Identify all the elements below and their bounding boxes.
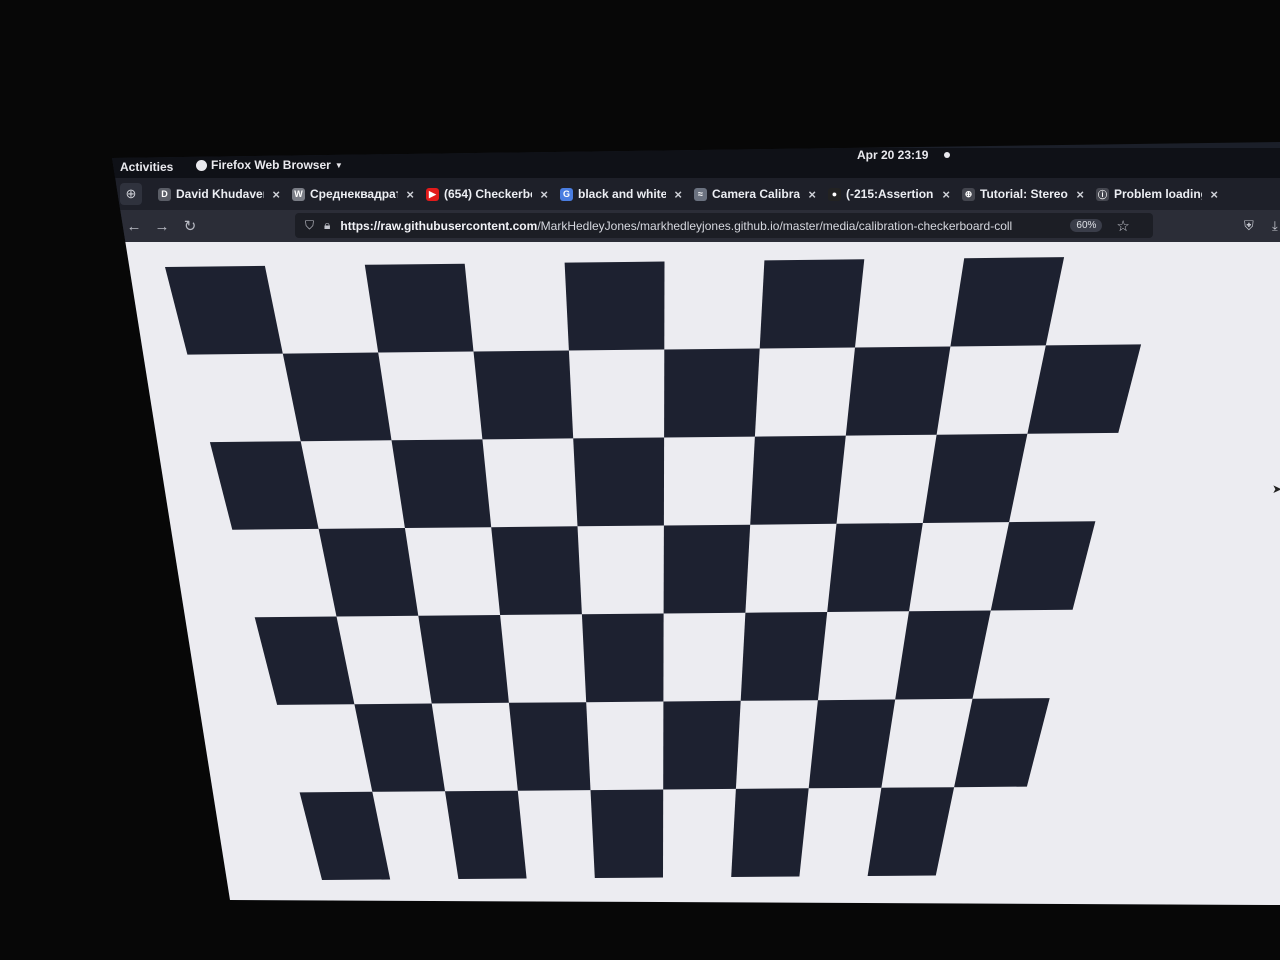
checker-square (950, 257, 1065, 347)
tab-favicon-icon: G (560, 187, 573, 201)
url-path: /MarkHedleyJones/markhedleyjones.github.… (537, 218, 1013, 233)
close-tab-icon[interactable]: × (1076, 187, 1084, 202)
clock[interactable]: Apr 20 23:19 (857, 148, 951, 162)
checker-square (564, 261, 665, 351)
shield-icon[interactable]: ⛉ (305, 218, 314, 233)
tab-favicon-icon: ● (828, 187, 841, 201)
bookmark-star-icon[interactable]: ☆ (1116, 217, 1129, 235)
checker-square (808, 699, 896, 789)
checker-square (663, 700, 741, 790)
tab-title: Problem loading (1114, 187, 1202, 201)
checker-square (354, 703, 445, 792)
tab-title: (654) Checkerbo (444, 187, 532, 201)
tab-favicon-icon: ▶ (426, 187, 439, 201)
close-tab-icon[interactable]: × (942, 187, 950, 202)
monitor-screen: Activities Firefox Web Browser ▼ Apr 20 … (112, 142, 1280, 905)
checker-square (663, 524, 751, 614)
all-tabs-button[interactable]: ⊕ (120, 183, 142, 205)
checker-square (1027, 344, 1142, 434)
tab-title: Среднеквадрат (310, 187, 398, 201)
tab-favicon-icon: ⊕ (962, 187, 975, 201)
tabs-container: D David Khudaverd × W Среднеквадрат × ▶ (654) C… (152, 187, 1224, 202)
checker-square (491, 526, 582, 615)
close-tab-icon[interactable]: × (540, 187, 548, 202)
forward-button[interactable]: → (148, 218, 176, 235)
browser-tab[interactable]: Gblack and white c × (554, 187, 688, 202)
pocket-icon[interactable]: ⛨ (1244, 218, 1254, 234)
browser-tab[interactable]: ≈ Camera Calibrati × (688, 187, 822, 202)
checker-square (209, 441, 319, 530)
lock-icon[interactable]: 🔒︎ (324, 218, 330, 233)
checker-square (445, 790, 527, 879)
tab-strip: ⊕ D David Khudaverd × W Среднеквадрат × ▶ (654)… (116, 178, 1280, 210)
browser-tab[interactable]: ● (-215:Assertion f × (822, 187, 956, 202)
browser-tab[interactable]: D David Khudaverd × (152, 187, 286, 202)
tab-title: Tutorial: Stereo C (980, 187, 1068, 201)
checker-square (364, 263, 474, 353)
browser-tab[interactable]: W Среднеквадрат × (286, 187, 420, 202)
app-menu[interactable]: Firefox Web Browser ▼ (196, 158, 343, 172)
checker-square (391, 439, 492, 528)
browser-tab[interactable]: ⓘ Problem loading × (1090, 187, 1224, 202)
checker-square (282, 352, 392, 442)
url-text[interactable]: https://raw.githubusercontent.com/MarkHe… (340, 219, 1060, 233)
tab-favicon-icon: D (158, 187, 171, 201)
checker-square (581, 613, 664, 703)
zoom-badge[interactable]: 60% (1070, 219, 1103, 232)
checker-square (731, 788, 809, 877)
reload-button[interactable]: ↻ (176, 217, 204, 235)
checker-square (827, 523, 923, 612)
tab-title: black and white c (578, 187, 666, 201)
url-bar[interactable]: ⛉ 🔒︎ https://raw.githubusercontent.com/M… (295, 213, 1153, 238)
browser-tab[interactable]: ⊕ Tutorial: Stereo C × (956, 187, 1090, 202)
tab-title: David Khudaverd (176, 187, 264, 201)
checker-square (508, 702, 591, 791)
notification-dot-icon (944, 152, 951, 158)
close-tab-icon[interactable]: × (1210, 187, 1218, 202)
activities-button[interactable]: Activities (120, 160, 173, 174)
globe-icon: ⊕ (125, 186, 137, 201)
page-content (122, 242, 1280, 905)
close-tab-icon[interactable]: × (808, 187, 816, 202)
checker-square (990, 521, 1096, 611)
checker-square (573, 437, 665, 527)
checker-square (473, 350, 574, 440)
url-host: https://raw.githubusercontent.com (340, 218, 538, 233)
checker-square (867, 787, 955, 876)
firefox-icon (196, 159, 207, 171)
calibration-checkerboard (165, 257, 1142, 880)
tab-favicon-icon: ⓘ (1096, 187, 1109, 201)
checker-square (845, 346, 951, 436)
close-tab-icon[interactable]: × (406, 187, 414, 202)
tab-title: (-215:Assertion f (846, 187, 934, 201)
downloads-icon[interactable]: ⤓ (1272, 218, 1278, 234)
app-menu-label: Firefox Web Browser (211, 158, 331, 172)
close-tab-icon[interactable]: × (674, 187, 682, 202)
clock-label: Apr 20 23:19 (857, 148, 929, 162)
back-button[interactable]: ← (120, 218, 148, 235)
close-tab-icon[interactable]: × (272, 187, 280, 202)
checker-square (165, 265, 283, 355)
mouse-cursor-icon: ➤ (1272, 482, 1280, 496)
checker-square (954, 698, 1050, 788)
checker-square (318, 528, 419, 617)
tab-favicon-icon: ≈ (694, 187, 707, 201)
checker-square (740, 612, 828, 701)
checker-square (750, 435, 846, 525)
checker-square (895, 610, 991, 700)
tab-title: Camera Calibrati (712, 187, 800, 201)
navigation-toolbar: ← → ↻ ⛉ 🔒︎ https://raw.githubusercontent… (120, 210, 1280, 242)
chevron-down-icon: ▼ (334, 160, 343, 170)
checker-square (922, 433, 1028, 523)
checker-square (418, 615, 509, 704)
browser-tab[interactable]: ▶ (654) Checkerbo × (420, 187, 554, 202)
checker-square (299, 791, 391, 880)
checker-square (664, 348, 760, 438)
tab-favicon-icon: W (292, 187, 305, 201)
checker-square (254, 616, 355, 705)
gnome-top-bar: Activities Firefox Web Browser ▼ Apr 20 … (112, 148, 1280, 178)
checker-square (759, 259, 865, 349)
checker-square (590, 789, 664, 878)
